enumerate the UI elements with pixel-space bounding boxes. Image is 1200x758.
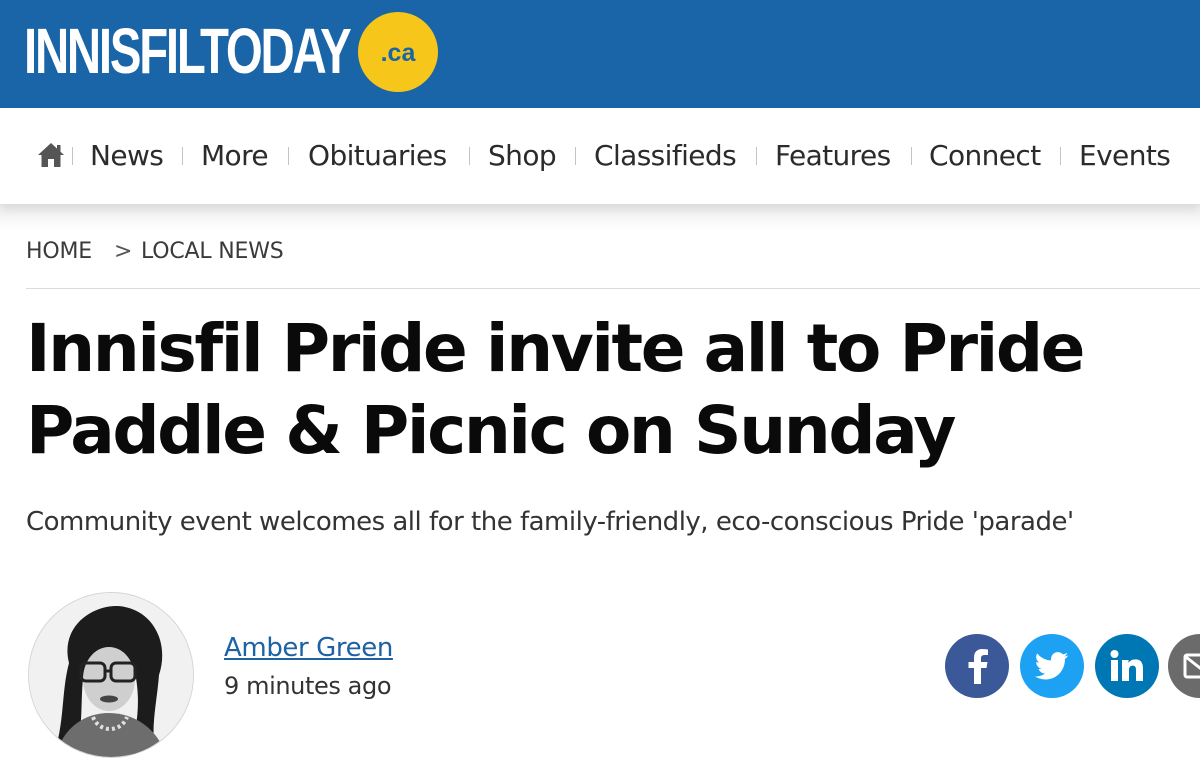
linkedin-icon <box>1110 650 1143 681</box>
facebook-icon <box>968 649 988 684</box>
nav-shadow <box>0 204 1200 232</box>
breadcrumb-separator: > <box>114 239 133 264</box>
nav-item-classifieds[interactable]: Classifieds <box>594 134 737 178</box>
author-photo <box>29 593 193 757</box>
breadcrumb-divider <box>26 288 1200 289</box>
nav-item-events[interactable]: Events <box>1079 134 1171 178</box>
nav-separator <box>911 147 912 165</box>
author-name-link[interactable]: Amber Green <box>224 630 393 666</box>
nav-item-connect[interactable]: Connect <box>929 134 1041 178</box>
article-headline: Innisfil Pride invite all to Pride Paddl… <box>26 310 1085 469</box>
site-header: INNISFILTODAY .ca <box>0 0 1200 108</box>
nav-separator <box>756 147 757 165</box>
nav-item-news[interactable]: News <box>90 134 164 178</box>
share-facebook-button[interactable] <box>945 634 1009 698</box>
nav-item-shop[interactable]: Shop <box>488 134 557 178</box>
twitter-icon <box>1035 652 1069 680</box>
share-twitter-button[interactable] <box>1020 634 1084 698</box>
article-subtitle: Community event welcomes all for the fam… <box>26 507 1074 537</box>
home-icon <box>38 143 64 167</box>
author-avatar[interactable] <box>28 592 194 758</box>
breadcrumb-home[interactable]: HOME <box>26 237 92 267</box>
nav-separator <box>288 147 289 165</box>
breadcrumb-local-news[interactable]: LOCAL NEWS <box>141 237 284 267</box>
nav-item-obituaries[interactable]: Obituaries <box>308 134 447 178</box>
nav-item-more[interactable]: More <box>201 134 269 178</box>
logo-badge-text: .ca <box>380 38 416 67</box>
nav-separator <box>469 147 470 165</box>
nav-separator <box>182 147 183 165</box>
site-logo[interactable]: INNISFILTODAY .ca <box>24 12 464 92</box>
share-linkedin-button[interactable] <box>1095 634 1159 698</box>
nav-separator <box>575 147 576 165</box>
nav-item-features[interactable]: Features <box>775 134 891 178</box>
article-timestamp: 9 minutes ago <box>224 672 392 700</box>
email-icon <box>1183 653 1200 679</box>
nav-separator <box>72 147 73 165</box>
logo-wordmark: INNISFILTODAY <box>24 15 352 87</box>
share-email-button[interactable] <box>1168 634 1200 698</box>
nav-home-link[interactable] <box>36 140 66 170</box>
nav-separator <box>1060 147 1061 165</box>
logo-badge: .ca <box>358 12 438 92</box>
